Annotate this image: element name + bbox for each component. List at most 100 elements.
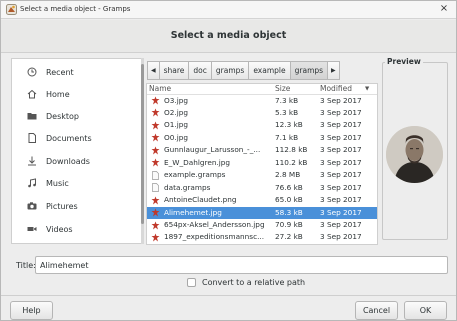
file-row[interactable]: O2.jpg 5.3 kB 3 Sep 2017 — [147, 107, 377, 119]
scrollbar-thumb[interactable] — [141, 64, 144, 224]
place-home[interactable]: Home — [12, 83, 141, 105]
place-pictures[interactable]: Pictures — [12, 195, 141, 217]
download-icon — [26, 155, 38, 167]
file-size: 110.2 kB — [275, 157, 308, 167]
path-segment-example[interactable]: example — [248, 61, 291, 80]
image-file-icon — [151, 121, 160, 130]
file-size: 70.9 kB — [275, 220, 303, 229]
file-list: Name Size Modified ▼ O3.jpg 7.3 kB 3 Sep 2… — [146, 83, 378, 245]
column-size[interactable]: Size — [275, 84, 290, 93]
place-label: Downloads — [46, 156, 90, 166]
place-label: Documents — [46, 133, 92, 143]
button-area-separator — [1, 295, 456, 296]
file-name: example.gramps — [164, 170, 226, 180]
title-input[interactable] — [35, 256, 448, 274]
file-name: Alimehemet.jpg — [164, 207, 222, 217]
file-row[interactable]: example.gramps 2.8 MB 3 Sep 2017 — [147, 170, 377, 182]
place-downloads[interactable]: Downloads — [12, 150, 141, 172]
file-size: 112.8 kB — [275, 145, 308, 155]
file-name: O0.jpg — [164, 132, 188, 142]
file-size: 65.0 kB — [275, 195, 303, 205]
music-icon — [26, 177, 38, 189]
title-bar[interactable]: Select a media object - Gramps × — [1, 1, 456, 19]
places-scrollbar[interactable] — [141, 58, 144, 244]
file-name: 1897_expeditionsmannsc... — [164, 232, 265, 242]
file-size: 7.3 kB — [275, 95, 299, 105]
path-segment-share[interactable]: share — [158, 61, 190, 80]
relative-path-label: Convert to a relative path — [202, 278, 306, 287]
file-name: O3.jpg — [164, 95, 188, 105]
file-row[interactable]: data.gramps 76.6 kB 3 Sep 2017 — [147, 182, 377, 194]
file-row[interactable]: E_W_Dahlgren.jpg 110.2 kB 3 Sep 2017 — [147, 157, 377, 169]
file-modified: 3 Sep 2017 — [320, 145, 362, 155]
place-recent[interactable]: Recent — [12, 61, 141, 83]
image-file-icon — [151, 208, 160, 217]
file-name: Gunnlaugur_Larusson_-_... — [164, 145, 261, 155]
path-segment-gramps-current[interactable]: gramps — [289, 61, 329, 80]
dialog-header: Select a media object — [1, 20, 456, 53]
file-modified: 3 Sep 2017 — [320, 132, 362, 142]
ok-button[interactable]: OK — [404, 301, 447, 320]
place-desktop[interactable]: Desktop — [12, 105, 141, 127]
file-row[interactable]: 654px-Aksel_Andersson.jpg 70.9 kB 3 Sep 20… — [147, 220, 377, 232]
sort-descending-icon: ▼ — [365, 86, 370, 92]
path-segment-doc[interactable]: doc — [188, 61, 212, 80]
help-button[interactable]: Help — [10, 301, 53, 320]
text-file-icon — [152, 170, 159, 180]
path-forward-button[interactable]: ▶ — [327, 61, 340, 80]
file-size: 7.1 kB — [275, 132, 299, 142]
file-row[interactable]: AntoineClaudet.png 65.0 kB 3 Sep 2017 — [147, 195, 377, 207]
file-modified: 3 Sep 2017 — [320, 207, 362, 217]
file-modified: 3 Sep 2017 — [320, 232, 362, 242]
preview-label: Preview — [385, 57, 423, 66]
cancel-button[interactable]: Cancel — [355, 301, 398, 320]
window-title: Select a media object - Gramps — [20, 5, 131, 13]
file-row[interactable]: Gunnlaugur_Larusson_-_... 112.8 kB 3 Sep 2… — [147, 145, 377, 157]
file-name: O2.jpg — [164, 107, 188, 117]
image-file-icon — [151, 221, 160, 229]
place-videos[interactable]: Videos — [12, 218, 141, 240]
folder-icon — [26, 110, 38, 122]
image-file-icon — [151, 158, 160, 167]
path-segment-gramps[interactable]: gramps — [210, 61, 250, 80]
title-label: Title: — [16, 261, 36, 270]
relative-path-checkbox[interactable] — [187, 278, 196, 287]
file-size: 58.3 kB — [275, 207, 303, 217]
dialog-window: Select a media object - Gramps × Select … — [0, 0, 457, 321]
file-row[interactable]: O3.jpg 7.3 kB 3 Sep 2017 — [147, 95, 377, 107]
place-label: Home — [46, 89, 70, 99]
file-modified: 3 Sep 2017 — [320, 170, 362, 180]
camera-icon — [26, 200, 38, 212]
file-size: 76.6 kB — [275, 182, 303, 192]
close-icon[interactable]: × — [438, 3, 450, 14]
file-list-header: Name Size Modified ▼ — [147, 84, 377, 95]
file-size: 5.3 kB — [275, 107, 299, 117]
column-modified[interactable]: Modified — [320, 84, 352, 93]
column-name[interactable]: Name — [149, 84, 171, 93]
file-row[interactable]: O1.jpg 12.3 kB 3 Sep 2017 — [147, 120, 377, 132]
image-file-icon — [151, 196, 160, 205]
file-name: O1.jpg — [164, 120, 188, 130]
place-documents[interactable]: Documents — [12, 127, 141, 149]
relative-path-option[interactable]: Convert to a relative path — [187, 278, 305, 287]
file-row[interactable]: O0.jpg 7.1 kB 3 Sep 2017 — [147, 132, 377, 144]
document-icon — [26, 132, 38, 144]
image-file-icon — [151, 146, 160, 155]
file-size: 2.8 MB — [275, 170, 301, 180]
file-row[interactable]: 1897_expeditionsmannsc... 27.2 kB 3 Sep 20… — [147, 232, 377, 244]
place-music[interactable]: Music — [12, 172, 141, 194]
file-name: E_W_Dahlgren.jpg — [164, 157, 231, 167]
file-modified: 3 Sep 2017 — [320, 182, 362, 192]
file-name: 654px-Aksel_Andersson.jpg — [164, 220, 265, 229]
file-modified: 3 Sep 2017 — [320, 195, 362, 205]
image-file-icon — [151, 108, 160, 117]
preview-image — [386, 126, 443, 183]
gramps-app-icon — [6, 4, 17, 15]
text-file-icon — [152, 183, 159, 192]
file-size: 27.2 kB — [275, 232, 303, 242]
file-row[interactable]: Alimehemet.jpg 58.3 kB 3 Sep 2017 — [147, 207, 377, 220]
place-label: Pictures — [46, 201, 78, 211]
file-size: 12.3 kB — [275, 120, 303, 130]
image-file-icon — [151, 233, 160, 242]
file-modified: 3 Sep 2017 — [320, 107, 362, 117]
